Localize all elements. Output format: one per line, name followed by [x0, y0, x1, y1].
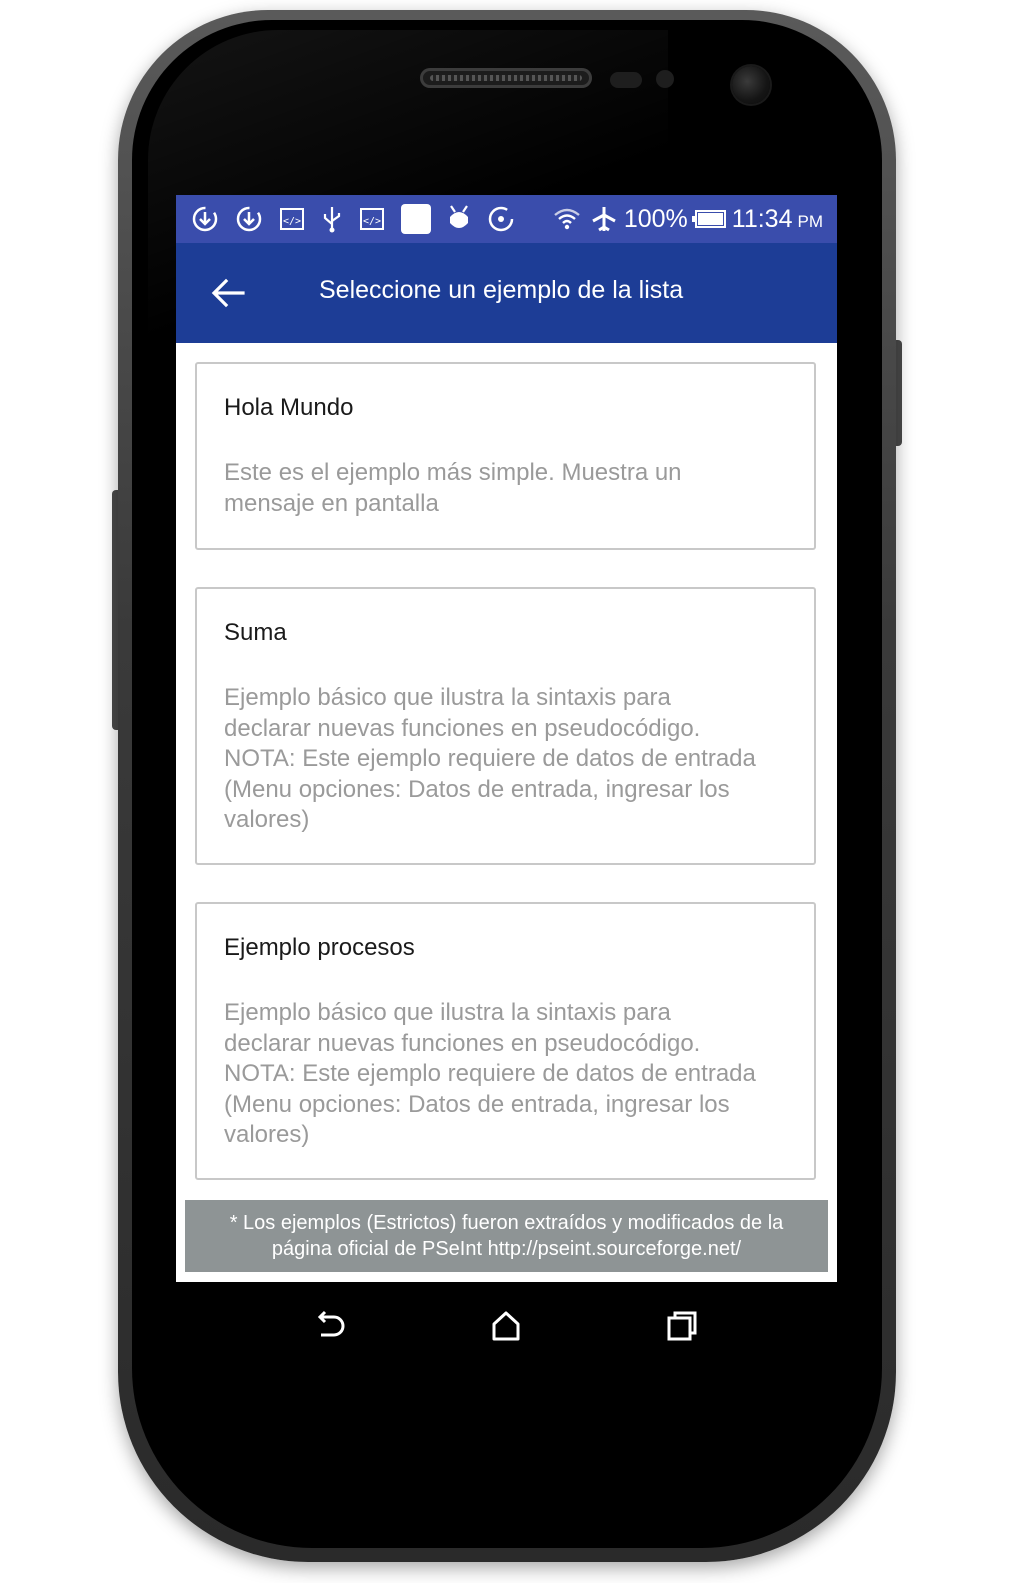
nav-recents-button[interactable] — [658, 1302, 706, 1350]
sync-icon — [234, 204, 264, 234]
example-title: Hola Mundo — [224, 394, 354, 421]
status-bar: </> </> 100% 11:34 PM — [176, 195, 837, 243]
back-button[interactable] — [206, 271, 250, 315]
example-card-suma[interactable]: Suma Ejemplo básico que ilustra la sinta… — [195, 587, 816, 865]
example-card-ejemplo-procesos[interactable]: Ejemplo procesos Ejemplo básico que ilus… — [195, 902, 816, 1180]
battery-icon — [691, 209, 726, 229]
light-sensor — [656, 70, 674, 88]
loading-icon — [486, 204, 516, 234]
front-camera — [732, 66, 770, 104]
clock-ampm: PM — [797, 212, 824, 231]
clock: 11:34 — [731, 204, 793, 233]
navigation-bar — [176, 1282, 837, 1370]
earpiece-speaker — [420, 68, 592, 88]
usb-icon — [320, 204, 344, 234]
example-title: Suma — [224, 619, 287, 646]
back-nav-icon — [312, 1308, 348, 1344]
screen: </> </> 100% 11:34 PM Seleccione un ejem… — [176, 195, 837, 1370]
app-bar: Seleccione un ejemplo de la lista — [176, 243, 837, 343]
arrow-left-icon — [210, 277, 246, 309]
example-description: Ejemplo básico que ilustra la sintaxis p… — [224, 684, 756, 833]
status-system-icons: 100% 11:34 PM — [552, 203, 823, 235]
svg-text:</>: </> — [283, 216, 301, 227]
sync-icon — [190, 204, 220, 234]
svg-text:</>: </> — [363, 216, 381, 227]
battery-percentage: 100% — [623, 204, 688, 233]
page-title: Seleccione un ejemplo de la lista — [319, 276, 684, 304]
notification-square-icon — [400, 203, 432, 235]
proximity-sensor — [610, 72, 642, 88]
example-card-hola-mundo[interactable]: Hola Mundo Este es el ejemplo más simple… — [195, 362, 816, 550]
recents-icon — [664, 1308, 700, 1344]
example-description: Ejemplo básico que ilustra la sintaxis p… — [224, 999, 756, 1148]
code-icon: </> — [278, 205, 306, 233]
source-attribution-note: * Los ejemplos (Estrictos) fueron extraí… — [185, 1200, 828, 1272]
airplane-mode-icon — [590, 205, 618, 233]
android-debug-icon — [446, 203, 472, 235]
wifi-icon — [552, 205, 582, 233]
example-title: Ejemplo procesos — [224, 934, 415, 961]
example-description: Este es el ejemplo más simple. Muestra u… — [224, 459, 682, 517]
nav-home-button[interactable] — [482, 1302, 530, 1350]
status-notification-icons: </> </> — [190, 203, 530, 235]
code-icon: </> — [358, 205, 386, 233]
nav-back-button[interactable] — [306, 1302, 354, 1350]
home-icon — [488, 1308, 524, 1344]
